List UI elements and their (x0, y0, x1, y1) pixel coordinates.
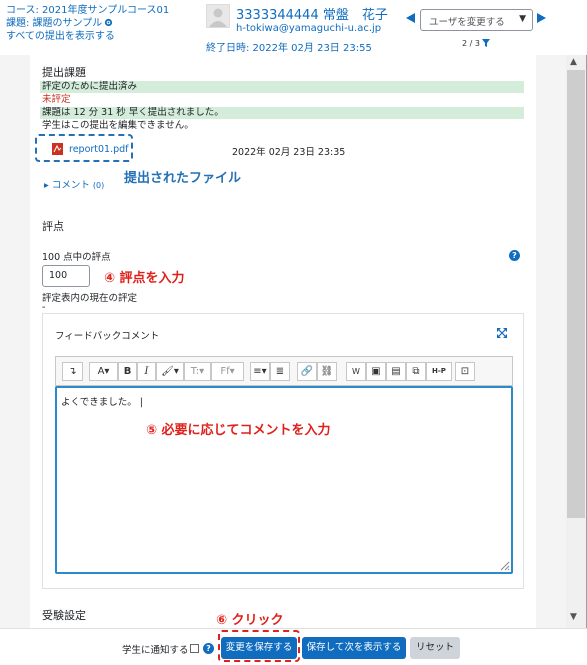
pager: 2 / 3 (462, 39, 490, 48)
save-highlight-box (218, 630, 300, 662)
grade-section-title: 評点 (42, 220, 64, 233)
toolbar-recorder-button[interactable]: ⊡ (455, 362, 475, 381)
change-user-select[interactable]: ユーザを変更する ▼ (420, 9, 533, 31)
annotation-step4: ④ 評点を入力 (104, 271, 185, 286)
comments-count: (0) (92, 181, 105, 190)
user-avatar-icon (209, 8, 227, 27)
show-all-submissions-link[interactable]: すべての提出を表示する (6, 30, 169, 43)
status-submitted: 評定のために提出済み (40, 81, 524, 93)
expand-icon[interactable] (497, 328, 507, 338)
editor-toolbar: ↴ A▾ B I 🖌▾ T:▾ Ff▾ ≡▾ ≣ 🔗 ⛓ W ▣ ▤ ⧉ H-P… (55, 356, 513, 386)
toolbar-word-import-button[interactable]: W (346, 362, 366, 381)
course-link[interactable]: コース: 2021年度サンプルコース01 (6, 4, 169, 17)
chevron-right-icon: ▸ (44, 180, 49, 191)
toolbar-h5p-button[interactable]: H-P (426, 362, 452, 381)
toolbar-style-button[interactable]: A▾ (89, 362, 118, 381)
chevron-down-icon: ▼ (519, 14, 526, 24)
toolbar-unlink-button[interactable]: ⛓ (317, 362, 337, 381)
toolbar-font-family-button[interactable]: Ff▾ (211, 362, 244, 381)
status-early: 課題は 12 分 31 秒 早く提出されました。 (40, 107, 524, 119)
save-and-next-button[interactable]: 保存して次を表示する (302, 637, 406, 659)
user-email: h-tokiwa@yamaguchi-u.ac.jp (236, 23, 382, 34)
annotation-step5: ⑤ 必要に応じてコメントを入力 (146, 423, 331, 438)
toolbar-image-button[interactable]: ▣ (366, 362, 386, 381)
submitted-file-link[interactable]: report01.pdf (69, 144, 129, 155)
feedback-card: フィードバックコメント ↴ A▾ B I 🖌▾ T:▾ Ff▾ ≡▾ ≣ 🔗 ⛓… (42, 313, 524, 589)
feedback-editor-content: よくできました。 (61, 397, 137, 408)
gear-icon[interactable] (104, 18, 113, 27)
scroll-up-icon[interactable]: ▲ (570, 57, 577, 67)
prev-user-icon[interactable] (406, 13, 415, 23)
toolbar-link-button[interactable]: 🔗 (297, 362, 317, 381)
scroll-down-icon[interactable]: ▼ (570, 612, 577, 622)
toolbar-collapse-button[interactable]: ↴ (62, 362, 83, 381)
notify-label: 学生に通知する (122, 645, 189, 656)
toolbar-bold-button[interactable]: B (118, 362, 137, 381)
feedback-editor-text: よくできました。 | (61, 394, 143, 408)
change-user-placeholder: ユーザを変更する (429, 17, 505, 28)
grader-header: コース: 2021年度サンプルコース01 課題: 課題のサンプル すべての提出を… (0, 0, 587, 55)
user-name[interactable]: 3333344444 常盤 花子 (236, 4, 388, 23)
toolbar-unordered-list-button[interactable]: ≡▾ (250, 362, 270, 381)
feedback-title: フィードバックコメント (55, 331, 160, 342)
current-grade-label: 評定表内の現在の評定 (42, 293, 138, 304)
next-user-icon[interactable] (537, 13, 546, 23)
text-cursor: | (136, 397, 143, 408)
submission-title: 提出課題 (42, 66, 86, 79)
assignment-link[interactable]: 課題: 課題のサンプル (6, 17, 169, 30)
toolbar-color-button[interactable]: 🖌▾ (156, 362, 184, 381)
feedback-editor[interactable]: よくできました。 | (55, 386, 513, 574)
grade-label: 100 点中の評点 (42, 252, 111, 263)
pdf-file-icon (52, 143, 63, 155)
annotation-file: 提出されたファイル (124, 171, 242, 186)
help-icon[interactable]: ? (509, 250, 520, 261)
comments-toggle[interactable]: ▸ コメント (0) (44, 177, 104, 191)
notify-checkbox[interactable] (190, 644, 199, 653)
toolbar-media-button[interactable]: ▤ (386, 362, 406, 381)
toolbar-manage-files-button[interactable]: ⧉ (406, 362, 426, 381)
toolbar-italic-button[interactable]: I (137, 362, 156, 381)
resize-handle-icon[interactable] (498, 559, 510, 571)
grade-input[interactable]: 100 (42, 265, 90, 287)
toolbar-font-size-button[interactable]: T:▾ (184, 362, 211, 381)
toolbar-ordered-list-button[interactable]: ≣ (270, 362, 290, 381)
comments-label: コメント (51, 180, 90, 191)
filter-icon[interactable] (481, 39, 490, 47)
submitted-file-date: 2022年 02月 23日 23:35 (232, 147, 346, 158)
status-grade: 未評定 (42, 94, 71, 105)
current-grade-value: - (42, 302, 46, 313)
notify-help-icon[interactable]: ? (203, 643, 214, 654)
status-edit: 学生はこの提出を編集できません。 (42, 120, 194, 131)
reset-button[interactable]: リセット (410, 637, 460, 659)
next-section-title: 受験設定 (42, 609, 86, 622)
avatar (206, 4, 230, 28)
annotation-step6: ⑥ クリック (216, 613, 284, 628)
due-date: 終了日時: 2022年 02月 23日 23:55 (206, 43, 372, 54)
scrollbar-thumb[interactable] (567, 70, 585, 518)
pager-text: 2 / 3 (462, 39, 480, 48)
header-course-info: コース: 2021年度サンプルコース01 課題: 課題のサンプル すべての提出を… (6, 4, 169, 43)
